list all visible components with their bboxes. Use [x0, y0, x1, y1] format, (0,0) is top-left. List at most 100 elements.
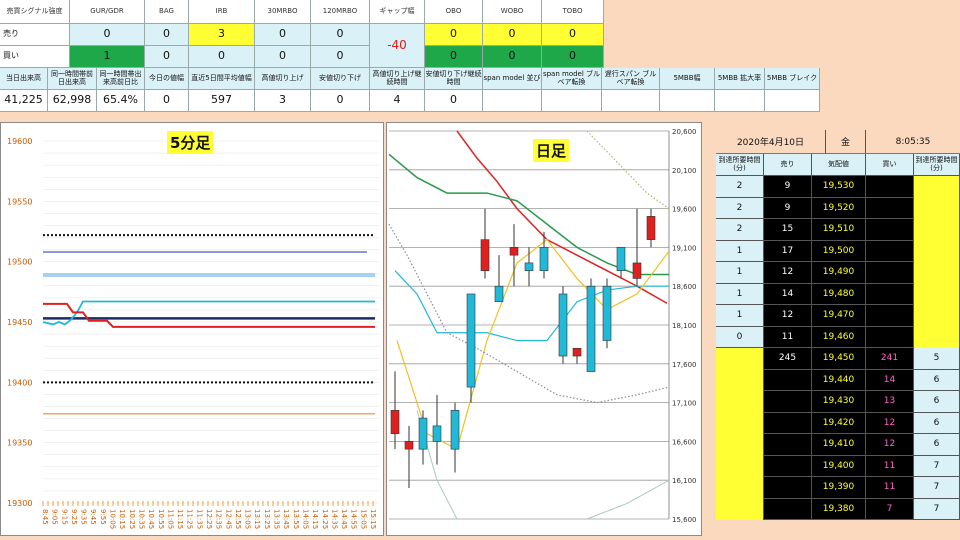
candle-body [494, 285, 504, 303]
x-tick-label: 14:15 [311, 509, 319, 529]
candle-body [524, 262, 534, 271]
stat-value: 597 [189, 90, 255, 112]
board-cell-sell: 17 [764, 240, 812, 262]
stat-value: 41,225 [0, 90, 48, 112]
y-tick-label: 19450 [7, 318, 32, 327]
board-cell-buy: 12 [866, 412, 914, 434]
candle-body [404, 441, 414, 450]
y-tick-label: 16,600 [672, 438, 697, 446]
stat-value: 0 [311, 90, 370, 112]
x-tick-label: 10:15 [118, 509, 126, 529]
y-tick-label: 17,100 [672, 400, 697, 408]
board-cell-t1 [716, 477, 764, 499]
y-tick-label: 18,600 [672, 283, 697, 291]
board-cell-t2 [914, 240, 960, 262]
x-tick-label: 9:55 [99, 509, 107, 525]
board-cell-t2: 7 [914, 498, 960, 520]
board-cell-t1: 1 [716, 305, 764, 327]
board-cell-buy: 14 [866, 369, 914, 391]
x-tick-label: 9:15 [60, 509, 68, 525]
x-tick-label: 14:25 [321, 509, 329, 529]
stat-header: 5MBB 拡大率 [715, 68, 765, 90]
board-cell-sell: 14 [764, 283, 812, 305]
stat-header: 5MBB幅 [660, 68, 715, 90]
board-cell-buy: 11 [866, 477, 914, 499]
board-cell-t2 [914, 305, 960, 327]
board-cell-buy [866, 326, 914, 348]
x-tick-label: 13:05 [244, 509, 252, 529]
x-tick-label: 9:25 [70, 509, 78, 525]
stat-value [660, 90, 715, 112]
signal-header: 30MRBO [255, 0, 311, 24]
board-cell-sell [764, 391, 812, 413]
x-tick-label: 15:05 [359, 509, 367, 529]
board-cell-t1: 1 [716, 283, 764, 305]
gap-width-value: -40 [370, 24, 425, 68]
lower-teal-line [586, 479, 670, 520]
x-tick-label: 11:05 [166, 509, 174, 529]
board-cell-buy [866, 262, 914, 284]
stat-header: 当日出来高 [0, 68, 48, 90]
board-cell-price: 19,480 [812, 283, 866, 305]
y-tick-label: 17,600 [672, 361, 697, 369]
board-cell-sell [764, 455, 812, 477]
y-tick-label: 16,100 [672, 477, 697, 485]
board-cell-price: 19,450 [812, 348, 866, 370]
signal-buy-value: 0 [542, 46, 604, 68]
board-cell-t2: 6 [914, 434, 960, 456]
sell-row-label: 売り [0, 24, 70, 46]
candle-body [539, 247, 549, 271]
x-tick-label: 12:25 [205, 509, 213, 529]
board-cell-t1: 2 [716, 176, 764, 198]
y-tick-label: 19400 [7, 378, 32, 387]
stat-value [715, 90, 765, 112]
board-cell-buy: 7 [866, 498, 914, 520]
board-cell-price: 19,410 [812, 434, 866, 456]
board-cell-price: 19,490 [812, 262, 866, 284]
y-tick-label: 15,600 [672, 516, 697, 524]
candle-body [616, 247, 626, 271]
candle-body [646, 216, 656, 240]
board-cell-t2 [914, 326, 960, 348]
board-cell-sell [764, 477, 812, 499]
board-cell-buy: 12 [866, 434, 914, 456]
x-tick-label: 14:55 [350, 509, 358, 529]
signal-header: IRB [189, 0, 255, 24]
stat-value: 62,998 [48, 90, 97, 112]
y-tick-label: 20,600 [672, 128, 697, 136]
y-tick-label: 20,100 [672, 167, 697, 175]
signal-sell-value: 0 [311, 24, 370, 46]
y-tick-label: 19350 [7, 439, 32, 448]
price-line-red [43, 302, 375, 328]
candle-body [432, 425, 442, 442]
signal-buy-value: 0 [311, 46, 370, 68]
stat-header: 遅行スパン ブルベア転換 [602, 68, 660, 90]
board-cell-t1 [716, 455, 764, 477]
board-cell-buy [866, 219, 914, 241]
stat-header: 5MBB ブレイク [765, 68, 820, 90]
candle-body [572, 347, 582, 357]
board-cell-t1 [716, 348, 764, 370]
board-cell-sell: 9 [764, 197, 812, 219]
signal-header: GUR/GDR [70, 0, 145, 24]
board-cell-t2: 6 [914, 412, 960, 434]
five-minute-chart-title: 5分足 [167, 131, 214, 154]
board-column-header: 到達所要時間(分) [914, 154, 960, 176]
board-date: 2020年4月10日 [716, 130, 826, 154]
board-column-header: 気配値 [812, 154, 866, 176]
signal-sell-value: 0 [483, 24, 542, 46]
board-cell-sell: 11 [764, 326, 812, 348]
board-cell-t2 [914, 197, 960, 219]
stat-header: span model 並び [483, 68, 542, 90]
x-tick-label: 10:45 [147, 509, 155, 529]
stat-header: span model ブルベア転換 [542, 68, 602, 90]
candle-body [466, 293, 476, 388]
x-tick-label: 9:35 [80, 509, 88, 525]
stat-value [602, 90, 660, 112]
board-cell-sell [764, 498, 812, 520]
board-cell-t2 [914, 176, 960, 198]
stat-value [542, 90, 602, 112]
board-cell-sell: 12 [764, 305, 812, 327]
five-minute-chart-svg: 196001955019500194501940019350193008:45 9… [7, 137, 379, 529]
y-tick-label: 19600 [7, 137, 32, 146]
